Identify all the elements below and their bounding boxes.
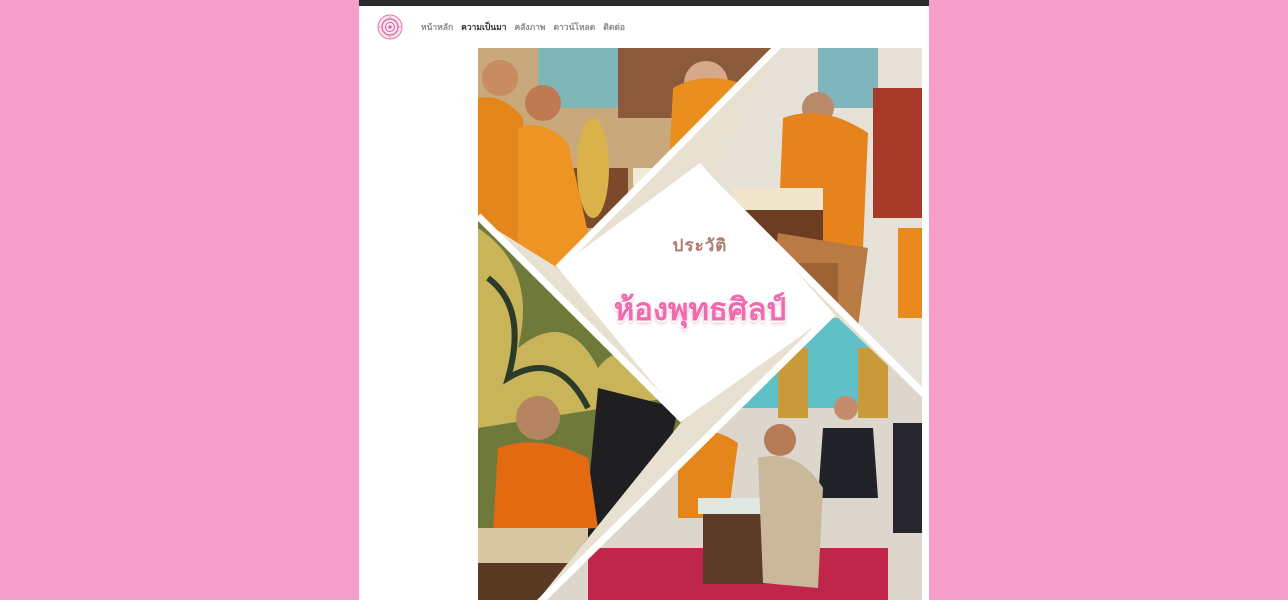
nav-item-contact[interactable]: ติดต่อ <box>603 20 625 34</box>
nav-item-gallery[interactable]: คลังภาพ <box>514 20 545 34</box>
page-container: หน้าหลัก ความเป็นมา คลังภาพ ดาวน์โหลด ติ… <box>359 0 929 600</box>
hero-subtitle: ประวัติ <box>672 236 728 256</box>
nav-item-home[interactable]: หน้าหลัก <box>421 20 453 34</box>
main-nav: หน้าหลัก ความเป็นมา คลังภาพ ดาวน์โหลด ติ… <box>421 6 625 48</box>
hero-title: ห้องพุทธศิลป์ <box>613 292 787 328</box>
hero-poster: ประวัติ ห้องพุทธศิลป์ <box>478 48 922 600</box>
site-navbar: หน้าหลัก ความเป็นมา คลังภาพ ดาวน์โหลด ติ… <box>359 6 929 48</box>
site-logo-icon[interactable] <box>377 14 403 40</box>
nav-item-history[interactable]: ความเป็นมา <box>461 20 506 34</box>
nav-item-download[interactable]: ดาวน์โหลด <box>554 20 596 34</box>
